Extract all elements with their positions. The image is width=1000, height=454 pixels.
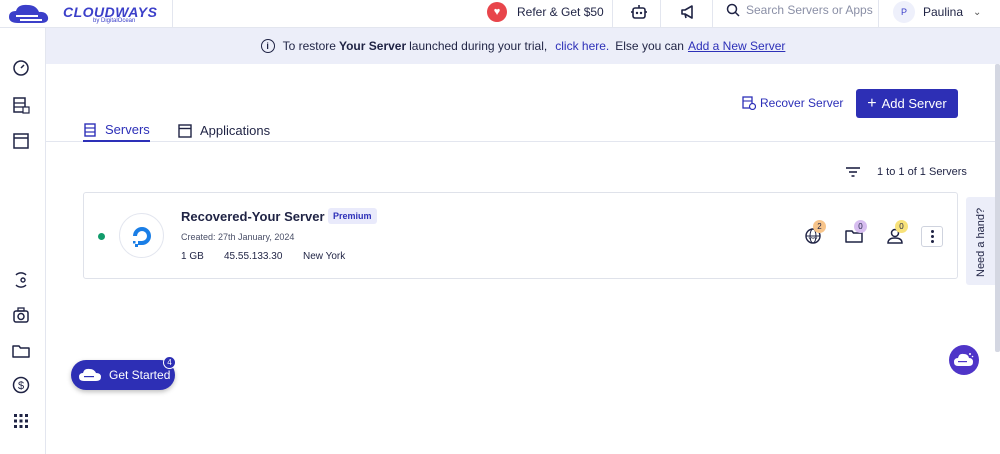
click-here-link[interactable]: click here.	[555, 39, 609, 53]
heart-icon: ♥	[487, 2, 507, 22]
plan-badge: Premium	[328, 208, 377, 224]
plus-icon: +	[867, 94, 877, 112]
projects-count: 0	[854, 220, 867, 233]
top-bar: CLOUDWAYS by DigitalOcean ♥ Refer & Get …	[0, 0, 1000, 28]
scrollbar[interactable]	[995, 64, 1000, 352]
notification-badge: 4	[163, 356, 176, 369]
recover-server-button[interactable]: Recover Server	[742, 96, 843, 110]
info-icon: i	[260, 39, 275, 53]
websites-count: 2	[813, 220, 826, 233]
applications-tab-icon	[178, 123, 192, 138]
svg-text:$: $	[18, 380, 24, 392]
digitalocean-icon	[132, 226, 151, 247]
tab-servers-label: Servers	[105, 122, 150, 137]
recover-server-label: Recover Server	[760, 96, 844, 110]
need-a-hand-label: Need a hand?	[975, 207, 987, 277]
trial-restore-banner: i To restore Your Server launched during…	[46, 28, 1000, 64]
chat-assistant-button[interactable]	[949, 345, 979, 375]
speedometer-icon[interactable]	[12, 59, 30, 77]
servers-tab-icon	[84, 122, 96, 137]
search-input[interactable]: Search Servers or Apps	[746, 3, 873, 17]
tab-applications[interactable]: Applications	[178, 119, 270, 142]
megaphone-icon[interactable]	[679, 3, 697, 21]
chat-bot-icon	[954, 353, 974, 366]
server-ip: 45.55.133.30	[224, 251, 283, 262]
robot-icon[interactable]	[630, 3, 648, 21]
banner-text-middle: launched during your trial,	[409, 39, 548, 53]
refer-button[interactable]: ♥ Refer & Get $50	[487, 2, 604, 22]
banner-text-prefix: To restore	[282, 39, 336, 53]
tab-servers[interactable]: Servers	[83, 119, 150, 142]
digitalocean-logo	[119, 213, 164, 258]
recover-server-icon	[742, 96, 756, 110]
kebab-dot	[930, 235, 934, 238]
search-box[interactable]: Search Servers or Apps	[726, 3, 873, 17]
tab-applications-label: Applications	[200, 123, 271, 138]
chevron-down-icon: ⌄	[973, 6, 982, 18]
server-name[interactable]: Recovered-Your Server	[181, 209, 325, 224]
user-menu[interactable]: P Paulina ⌄	[893, 1, 981, 23]
sidebar: $	[0, 28, 46, 454]
user-name: Paulina	[923, 5, 964, 19]
get-started-label: Get Started	[109, 368, 171, 382]
add-server-label: Add Server	[881, 96, 947, 111]
avatar: P	[893, 1, 915, 23]
tab-bar: Servers Applications	[46, 112, 1000, 142]
team-icon[interactable]	[12, 271, 30, 289]
servers-icon[interactable]	[12, 96, 30, 114]
banner-text-bold: Your Server	[338, 39, 407, 53]
server-card[interactable]: Recovered-Your Server Premium Created: 2…	[83, 192, 958, 279]
kebab-dot	[930, 240, 934, 243]
banner-text-middle2: Else you can	[615, 39, 684, 53]
cloud-icon	[79, 368, 101, 381]
add-new-server-link[interactable]: Add a New Server	[688, 39, 785, 53]
users-count: 0	[895, 220, 908, 233]
server-size: 1 GB	[181, 251, 204, 262]
status-indicator	[98, 233, 105, 240]
more-options-button[interactable]	[921, 226, 943, 247]
list-toolbar: 1 to 1 of 1 Servers	[845, 165, 967, 179]
svg-text:www: www	[809, 235, 818, 240]
applications-icon[interactable]	[12, 132, 30, 150]
kebab-dot	[930, 230, 934, 233]
server-location: New York	[303, 251, 346, 262]
server-created-date: Created: 27th January, 2024	[181, 232, 295, 242]
need-a-hand-tab[interactable]: Need a hand?	[966, 197, 996, 285]
cloudways-logo[interactable]: CLOUDWAYS by DigitalOcean	[8, 2, 168, 26]
projects-icon[interactable]	[12, 342, 30, 360]
cloud-logo-icon	[9, 4, 49, 23]
brand-byline: by DigitalOcean	[93, 18, 136, 24]
search-icon	[726, 3, 740, 17]
apps-grid-icon[interactable]	[12, 412, 30, 430]
divider	[172, 0, 173, 28]
divider	[660, 0, 661, 28]
refer-label: Refer & Get $50	[517, 5, 604, 19]
filter-icon[interactable]	[845, 165, 861, 179]
divider	[878, 0, 879, 28]
addons-icon[interactable]	[12, 306, 30, 324]
divider	[612, 0, 613, 28]
results-count: 1 to 1 of 1 Servers	[877, 166, 967, 178]
divider	[712, 0, 713, 28]
billing-icon[interactable]: $	[12, 376, 30, 394]
get-started-button[interactable]: Get Started 4	[71, 356, 176, 390]
